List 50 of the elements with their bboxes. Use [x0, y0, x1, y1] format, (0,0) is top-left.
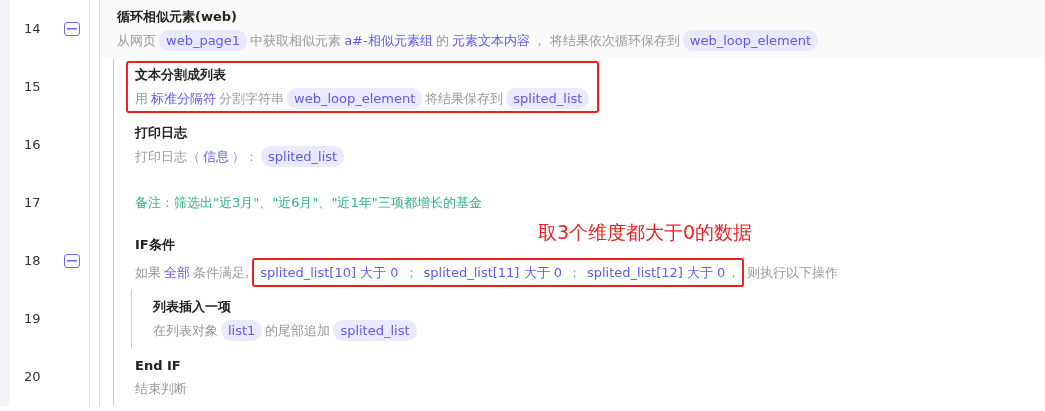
description-text: 的尾部追加: [265, 321, 331, 340]
line-number: 16: [23, 136, 42, 155]
keyword-text: 元素文本内容: [451, 31, 530, 50]
description-text: 分割字符串: [219, 89, 284, 108]
keyword-text: splited_list[12] 大于 0: [587, 263, 726, 282]
step-title: 循环相似元素(web): [117, 8, 238, 26]
description-text: ， 将结果依次循环保存到: [532, 31, 680, 50]
line-number: 14: [23, 20, 42, 39]
description-text: 的: [435, 31, 449, 50]
description-text: 则执行以下操作: [746, 263, 838, 282]
comment-text: 备注：筛选出"近3月"、"近6月"、"近1年"三项都增长的基金: [135, 194, 482, 213]
keyword-text: splited_list[11] 大于 0: [423, 263, 562, 282]
keyword-text: 信息: [203, 147, 229, 166]
keyword-text: 全部: [164, 263, 190, 282]
line-number: 20: [23, 368, 42, 387]
variable-tag: splited_list: [261, 145, 345, 167]
line-number: 19: [23, 310, 42, 329]
step-title: IF条件: [135, 236, 176, 254]
description-text: ；: [568, 263, 581, 282]
annotation-text: 取3个维度都大于0的数据: [538, 220, 753, 245]
description-text: 用: [135, 89, 148, 108]
description-text: ；: [404, 263, 418, 282]
description-text: 如果: [135, 263, 161, 282]
description-text: 在列表对象: [153, 321, 218, 340]
description-text: ,: [731, 263, 736, 282]
step-title: End IF: [135, 357, 182, 375]
variable-tag: web_page1: [159, 29, 248, 51]
variable-tag: list1: [221, 319, 263, 341]
step-title: 列表插入一项: [153, 298, 232, 316]
line-number: 17: [23, 194, 42, 213]
keyword-text: a#-相似元素组: [344, 31, 433, 50]
line-number: 15: [23, 78, 42, 97]
description-text: 条件满足,: [193, 263, 250, 282]
step-title: 打印日志: [135, 124, 188, 142]
step-title: 文本分割成列表: [135, 66, 227, 84]
collapse-icon[interactable]: [64, 22, 80, 36]
collapse-icon[interactable]: [64, 254, 80, 268]
description-text: 结束判断: [135, 379, 187, 398]
keyword-text: splited_list[10] 大于 0: [260, 263, 399, 282]
variable-tag: splited_list: [333, 319, 417, 341]
variable-tag: web_loop_element: [682, 29, 819, 51]
line-number: 18: [23, 252, 42, 271]
description-text: 将结果保存到: [425, 89, 504, 108]
description-text: 中获取相似元素: [250, 31, 342, 50]
description-text: 打印日志（: [135, 147, 200, 166]
keyword-text: 标准分隔符: [151, 89, 216, 108]
variable-tag: web_loop_element: [287, 87, 423, 109]
description-text: 从网页: [117, 31, 156, 50]
variable-tag: splited_list: [506, 87, 590, 109]
description-text: ）：: [232, 147, 258, 166]
